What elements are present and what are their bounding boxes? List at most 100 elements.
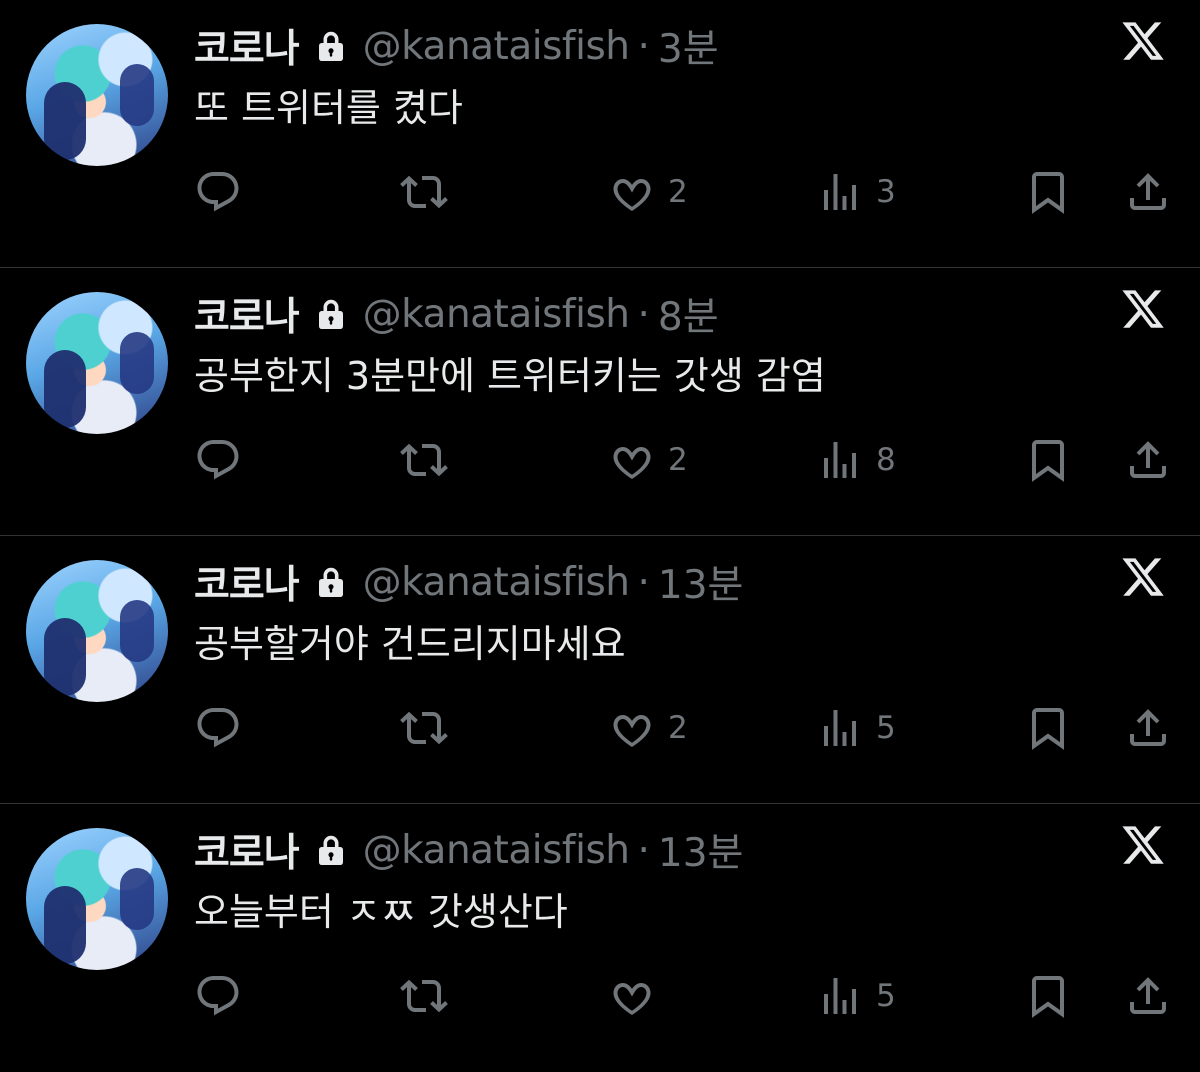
handle[interactable]: @kanataisfish — [363, 24, 630, 69]
tweet[interactable]: 코로나 @kanataisfish · 8분 공부한지 3분만에 트위터키는 갓… — [0, 268, 1200, 536]
like-count: 2 — [668, 710, 688, 746]
views-icon — [824, 174, 856, 210]
lock-icon — [318, 835, 343, 865]
reply-button[interactable] — [194, 700, 242, 756]
reply-button[interactable] — [194, 164, 242, 220]
bookmark-icon — [1032, 976, 1064, 1018]
handle[interactable]: @kanataisfish — [363, 292, 630, 337]
bookmark-button[interactable] — [1024, 164, 1072, 220]
avatar[interactable] — [26, 292, 168, 434]
tweet-header: 코로나 @kanataisfish · 13분 — [194, 822, 744, 878]
share-button[interactable] — [1124, 164, 1172, 220]
action-bar: 2 3 — [194, 164, 1174, 220]
reply-icon — [197, 976, 239, 1016]
display-name[interactable]: 코로나 — [194, 554, 300, 610]
views-button[interactable]: 5 — [816, 700, 896, 756]
display-name[interactable]: 코로나 — [194, 286, 300, 342]
share-button[interactable] — [1124, 432, 1172, 488]
views-icon — [824, 710, 856, 746]
tweet-header: 코로나 @kanataisfish · 13분 — [194, 554, 744, 610]
tweet-text: 또 트위터를 켰다 — [194, 86, 463, 130]
action-bar: 2 5 — [194, 700, 1174, 756]
tweet-header: 코로나 @kanataisfish · 3분 — [194, 18, 719, 74]
display-name[interactable]: 코로나 — [194, 822, 300, 878]
share-button[interactable] — [1124, 968, 1172, 1024]
x-logo-icon[interactable] — [1120, 18, 1166, 64]
reply-button[interactable] — [194, 432, 242, 488]
timestamp[interactable]: 3분 — [658, 18, 719, 74]
bookmark-icon — [1032, 172, 1064, 214]
retweet-icon — [400, 979, 448, 1013]
view-count: 5 — [876, 978, 896, 1014]
view-count: 3 — [876, 174, 896, 210]
handle[interactable]: @kanataisfish — [363, 828, 630, 873]
like-button[interactable]: 2 — [608, 700, 688, 756]
views-icon — [824, 978, 856, 1014]
bookmark-button[interactable] — [1024, 432, 1072, 488]
share-icon — [1130, 173, 1166, 210]
reply-icon — [197, 172, 239, 212]
action-bar: 5 — [194, 968, 1174, 1024]
like-button[interactable]: 2 — [608, 164, 688, 220]
retweet-button[interactable] — [400, 700, 448, 756]
reply-icon — [197, 440, 239, 480]
lock-icon — [318, 299, 343, 329]
share-icon — [1130, 441, 1166, 478]
display-name[interactable]: 코로나 — [194, 18, 300, 74]
heart-icon — [613, 714, 651, 748]
heart-icon — [613, 178, 651, 212]
separator-dot: · — [637, 559, 650, 605]
like-count: 2 — [668, 442, 688, 478]
tweet-text: 공부할거야 건드리지마세요 — [194, 622, 626, 666]
timeline: 코로나 @kanataisfish · 3분 또 트위터를 켰다 2 3 코로나… — [0, 0, 1200, 1070]
handle[interactable]: @kanataisfish — [363, 560, 630, 605]
bookmark-icon — [1032, 440, 1064, 482]
timestamp[interactable]: 13분 — [658, 554, 744, 610]
tweet-header: 코로나 @kanataisfish · 8분 — [194, 286, 719, 342]
views-button[interactable]: 8 — [816, 432, 896, 488]
share-icon — [1130, 709, 1166, 746]
tweet[interactable]: 코로나 @kanataisfish · 3분 또 트위터를 켰다 2 3 — [0, 0, 1200, 268]
views-icon — [824, 442, 856, 478]
share-button[interactable] — [1124, 700, 1172, 756]
timestamp[interactable]: 13분 — [658, 822, 744, 878]
like-count: 2 — [668, 174, 688, 210]
retweet-icon — [400, 711, 448, 745]
x-logo-icon[interactable] — [1120, 286, 1166, 332]
retweet-button[interactable] — [400, 968, 448, 1024]
tweet-text: 오늘부터 ㅈㅉ 갓생산다 — [194, 890, 568, 934]
action-bar: 2 8 — [194, 432, 1174, 488]
views-button[interactable]: 5 — [816, 968, 896, 1024]
avatar[interactable] — [26, 560, 168, 702]
tweet-text: 공부한지 3분만에 트위터키는 갓생 감염 — [194, 354, 826, 398]
share-icon — [1130, 977, 1166, 1014]
retweet-icon — [400, 443, 448, 477]
avatar[interactable] — [26, 24, 168, 166]
bookmark-button[interactable] — [1024, 968, 1072, 1024]
avatar[interactable] — [26, 828, 168, 970]
reply-icon — [197, 708, 239, 748]
lock-icon — [318, 567, 343, 597]
separator-dot: · — [637, 23, 650, 69]
views-button[interactable]: 3 — [816, 164, 896, 220]
like-button[interactable]: 2 — [608, 432, 688, 488]
heart-icon — [613, 446, 651, 480]
reply-button[interactable] — [194, 968, 242, 1024]
retweet-button[interactable] — [400, 432, 448, 488]
timestamp[interactable]: 8분 — [658, 286, 719, 342]
tweet[interactable]: 코로나 @kanataisfish · 13분 공부할거야 건드리지마세요 2 — [0, 536, 1200, 804]
bookmark-icon — [1032, 708, 1064, 750]
x-logo-icon[interactable] — [1120, 554, 1166, 600]
retweet-icon — [400, 175, 448, 209]
view-count: 8 — [876, 442, 896, 478]
heart-icon — [613, 982, 651, 1016]
bookmark-button[interactable] — [1024, 700, 1072, 756]
x-logo-icon[interactable] — [1120, 822, 1166, 868]
separator-dot: · — [637, 827, 650, 873]
like-button[interactable] — [608, 968, 668, 1024]
tweet[interactable]: 코로나 @kanataisfish · 13분 오늘부터 ㅈㅉ 갓생산다 5 — [0, 804, 1200, 1072]
separator-dot: · — [637, 291, 650, 337]
lock-icon — [318, 31, 343, 62]
view-count: 5 — [876, 710, 896, 746]
retweet-button[interactable] — [400, 164, 448, 220]
